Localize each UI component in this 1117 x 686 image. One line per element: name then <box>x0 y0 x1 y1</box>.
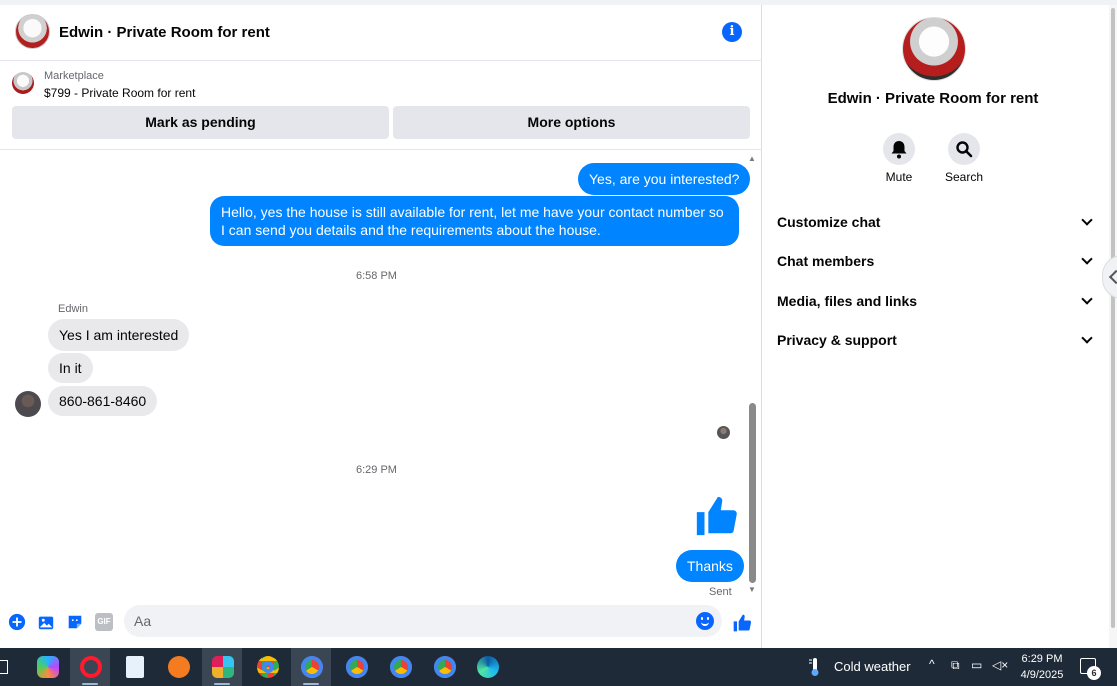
mute-label: Mute <box>885 170 913 184</box>
message-composer: GIF Aa <box>0 603 762 648</box>
sender-name: Edwin <box>58 303 88 315</box>
chevron-down-icon <box>1081 293 1093 305</box>
message-outgoing[interactable]: Hello, yes the house is still available … <box>210 196 739 246</box>
section-label: Privacy & support <box>777 332 897 348</box>
chevron-down-icon <box>1081 253 1093 265</box>
chrome-profile-icon[interactable] <box>380 648 420 686</box>
chat-window: Edwin · Private Room for rent i Marketpl… <box>0 5 762 648</box>
photo-icon[interactable] <box>37 613 55 631</box>
conversation-avatar[interactable] <box>15 14 50 49</box>
seen-indicator-avatar <box>717 426 730 439</box>
listing-title[interactable]: $799 - Private Room for rent <box>44 86 195 100</box>
gif-icon[interactable]: GIF <box>95 613 113 631</box>
copilot-icon[interactable] <box>27 648 67 686</box>
sticker-icon[interactable] <box>66 613 84 631</box>
meet-now-icon[interactable]: ⧉ <box>951 658 960 673</box>
notepad-icon[interactable] <box>114 648 154 686</box>
message-incoming[interactable]: In it <box>48 353 93 383</box>
chrome-profile-icon[interactable] <box>424 648 464 686</box>
panel-title: Edwin · Private Room for rent <box>827 90 1039 107</box>
chevron-down-icon <box>1081 332 1093 344</box>
media-files-links-section[interactable]: Media, files and links <box>777 290 1093 312</box>
emoji-icon[interactable] <box>696 612 714 630</box>
message-timestamp: 6:58 PM <box>356 270 397 282</box>
scrollbar-thumb[interactable] <box>749 403 756 583</box>
search-label: Search <box>944 170 984 184</box>
edge-icon[interactable] <box>467 648 507 686</box>
sender-avatar[interactable] <box>15 391 41 417</box>
thumbs-up-sticker-icon[interactable] <box>693 493 739 539</box>
message-outgoing[interactable]: Yes, are you interested? <box>578 163 751 195</box>
customize-chat-section[interactable]: Customize chat <box>777 211 1093 233</box>
chat-header: Edwin · Private Room for rent i <box>0 5 762 61</box>
bell-icon <box>883 133 915 165</box>
like-icon[interactable] <box>732 613 752 633</box>
screen: Edwin · Private Room for rent i Marketpl… <box>0 0 1117 686</box>
chrome-profile-icon[interactable] <box>291 648 331 686</box>
weather-widget[interactable]: Cold weather <box>834 659 911 674</box>
scroll-down-arrow-icon[interactable]: ▼ <box>748 585 756 594</box>
network-icon[interactable]: ▭ <box>971 658 982 672</box>
chrome-profile-icon[interactable] <box>247 648 287 686</box>
mute-button[interactable]: Mute <box>869 133 929 184</box>
task-view-icon[interactable] <box>0 648 16 686</box>
message-list: Yes, are you interested? Hello, yes the … <box>0 151 762 599</box>
conversation-title[interactable]: Edwin · Private Room for rent <box>59 24 270 41</box>
clock-time: 6:29 PM <box>1021 653 1063 665</box>
chat-members-section[interactable]: Chat members <box>777 250 1093 272</box>
message-incoming[interactable]: Yes I am interested <box>48 319 190 351</box>
delivery-status: Sent <box>709 586 732 598</box>
conversation-details-panel: Edwin · Private Room for rent Mute Searc… <box>763 5 1109 648</box>
chevron-down-icon <box>1081 214 1093 226</box>
chrome-profile-icon[interactable] <box>336 648 376 686</box>
info-icon[interactable]: i <box>722 22 742 42</box>
marketplace-label: Marketplace <box>44 70 104 82</box>
opera-icon[interactable] <box>70 648 110 686</box>
privacy-support-section[interactable]: Privacy & support <box>777 329 1093 351</box>
system-clock[interactable]: 6:29 PM 4/9/2025 <box>1018 651 1066 683</box>
thermometer-icon <box>809 658 819 676</box>
search-button[interactable]: Search <box>934 133 994 184</box>
message-outgoing[interactable]: Thanks <box>676 550 744 582</box>
windows-taskbar: Cold weather ^ ⧉ ▭ ◁× 6:29 PM 4/9/2025 6 <box>0 648 1117 686</box>
marketplace-banner: Marketplace $799 - Private Room for rent… <box>0 62 762 150</box>
chevron-up-icon[interactable]: ^ <box>929 657 935 671</box>
notification-count-badge: 6 <box>1087 666 1101 680</box>
message-input-placeholder: Aa <box>134 613 152 629</box>
scroll-up-arrow-icon[interactable]: ▲ <box>748 154 756 163</box>
app-orange-icon[interactable] <box>158 648 198 686</box>
listing-thumbnail[interactable] <box>12 72 34 94</box>
section-label: Customize chat <box>777 214 881 230</box>
message-incoming[interactable]: 860-861-8460 <box>48 386 158 416</box>
volume-muted-icon[interactable]: ◁× <box>992 658 1008 672</box>
section-label: Media, files and links <box>777 293 918 309</box>
plus-icon[interactable] <box>8 613 26 631</box>
message-input[interactable]: Aa <box>124 605 722 637</box>
section-label: Chat members <box>777 253 875 269</box>
conversation-avatar-large[interactable] <box>902 17 966 81</box>
page-scrollbar-thumb[interactable] <box>1111 8 1115 628</box>
search-icon <box>948 133 980 165</box>
slack-icon[interactable] <box>202 648 242 686</box>
mark-as-pending-button[interactable]: Mark as pending <box>12 106 389 139</box>
clock-date: 4/9/2025 <box>1020 669 1064 681</box>
message-timestamp: 6:29 PM <box>356 464 397 476</box>
more-options-button[interactable]: More options <box>393 106 750 139</box>
